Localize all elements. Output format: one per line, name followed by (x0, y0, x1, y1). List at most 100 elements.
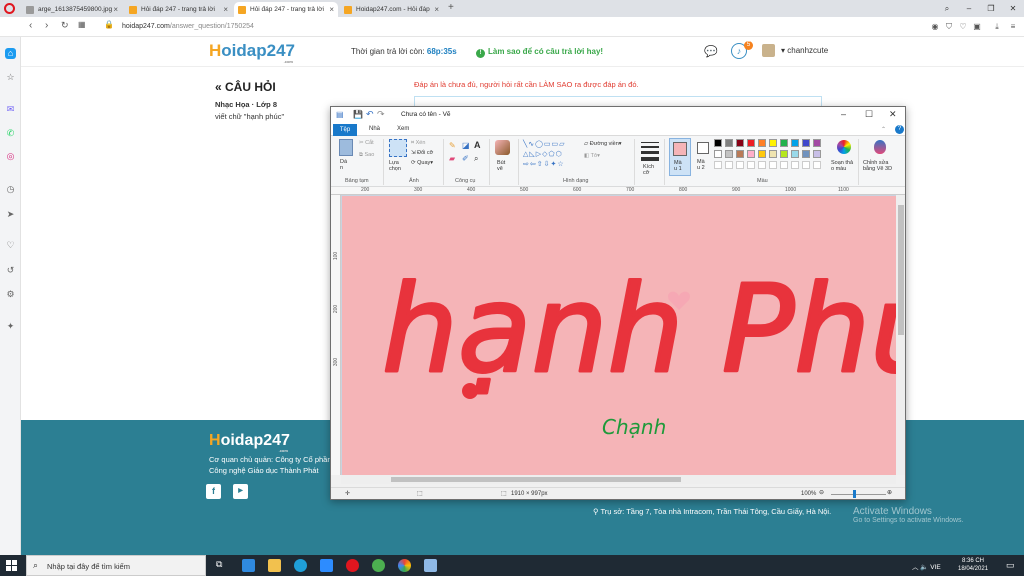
palette-swatch[interactable] (780, 150, 788, 158)
rotate-icon[interactable]: ⟳ Quay▾ (411, 160, 433, 166)
paint-maximize-icon[interactable]: ☐ (865, 109, 873, 120)
palette-custom-swatch[interactable] (758, 161, 766, 169)
edge-icon[interactable] (294, 559, 307, 572)
volume-icon[interactable]: 🔈 (920, 564, 928, 571)
mail-icon[interactable] (242, 559, 255, 572)
save-icon[interactable]: 💾 (353, 110, 363, 119)
color-picker-icon[interactable]: ✐ (462, 154, 469, 163)
tip-link[interactable]: ! Làm sao để có câu trả lời hay! (476, 47, 603, 58)
browser-tab[interactable]: Hoidap247.com - Hỏi đáp × (340, 2, 443, 17)
tab-file[interactable]: Tệp (333, 124, 357, 136)
close-tab-icon[interactable]: × (329, 5, 334, 14)
palette-swatch[interactable] (769, 139, 777, 147)
color2-selector[interactable]: Mà u 2 (693, 138, 715, 176)
drawing-canvas[interactable]: hạnh Phúc Chạnh (342, 196, 905, 475)
clock-icon[interactable]: ◷ (5, 184, 16, 195)
crop-icon[interactable]: ⌗ Xén (411, 140, 425, 147)
opera-taskbar-icon[interactable] (346, 559, 359, 572)
chrome-icon[interactable] (398, 559, 411, 572)
undo-icon[interactable]: ↶ (366, 109, 374, 120)
palette-custom-swatch[interactable] (791, 161, 799, 169)
palette-swatch[interactable] (714, 139, 722, 147)
fill-bucket-icon[interactable]: ◪ (462, 141, 470, 150)
palette-swatch[interactable] (769, 150, 777, 158)
cut-icon[interactable]: ✂ Cắt (359, 140, 374, 146)
resize-icon[interactable]: ⇲ Đổi cỡ (411, 150, 433, 156)
palette-swatch[interactable] (813, 150, 821, 158)
zoom-in-icon[interactable]: ⊕ (887, 489, 892, 496)
palette-custom-swatch[interactable] (714, 161, 722, 169)
shapes-gallery[interactable]: ╲∿◯▭▭▱ △◺▷◇⬠⬡ ⇨⇦⇧⇩✦☆ (523, 140, 581, 172)
shield-icon[interactable]: ⛉ (944, 22, 954, 32)
heart-icon[interactable]: ♡ (958, 22, 968, 32)
site-logo[interactable]: Hoidap247 .com (209, 41, 295, 64)
camera-icon[interactable]: ◉ (930, 22, 940, 32)
palette-swatch[interactable] (780, 139, 788, 147)
brushes-icon[interactable] (495, 140, 510, 155)
send-icon[interactable]: ➤ (5, 209, 16, 220)
copy-icon[interactable]: ⧉ Sao (359, 152, 374, 159)
task-view-icon[interactable]: ⧉ (216, 559, 222, 570)
youtube-icon[interactable]: ▶ (233, 484, 248, 499)
palette-custom-swatch[interactable] (747, 161, 755, 169)
chat-icon[interactable]: 💬 (704, 45, 718, 58)
magnifier-icon[interactable]: ⌕ (474, 154, 478, 164)
palette-swatch[interactable] (714, 150, 722, 158)
whatsapp-icon[interactable]: ✆ (5, 128, 16, 139)
reload-icon[interactable]: ↻ (61, 20, 69, 31)
forward-icon[interactable]: › (45, 20, 48, 31)
palette-custom-swatch[interactable] (813, 161, 821, 169)
zoom-app-icon[interactable] (320, 559, 333, 572)
footer-logo[interactable]: Hoidap247 .com (209, 432, 290, 453)
browser-tab[interactable]: arge_1613875459800.jpg × (22, 2, 122, 17)
vertical-scrollbar[interactable] (896, 195, 905, 475)
fill-icon[interactable]: ◧ Tô▾ (584, 153, 600, 159)
size-icon[interactable] (641, 142, 659, 161)
pencil-icon[interactable]: ✎ (449, 141, 456, 150)
palette-swatch[interactable] (736, 139, 744, 147)
close-tab-icon[interactable]: × (223, 5, 228, 14)
paint-close-icon[interactable]: ✕ (889, 109, 897, 120)
facebook-icon[interactable]: f (206, 484, 221, 499)
tab-view[interactable]: Xem (397, 126, 409, 132)
paint-taskbar-icon[interactable] (424, 559, 437, 572)
taskbar-clock[interactable]: 8:36 CH 18/04/2021 (958, 557, 988, 573)
palette-swatch[interactable] (758, 150, 766, 158)
history-icon[interactable]: ↺ (5, 265, 16, 276)
palette-swatch[interactable] (802, 150, 810, 158)
wallet-icon[interactable]: ▣ (972, 22, 982, 32)
palette-swatch[interactable] (791, 139, 799, 147)
paste-icon[interactable] (339, 139, 353, 156)
minimize-icon[interactable]: – (958, 0, 980, 17)
lightbulb-icon[interactable]: ✦ (5, 321, 16, 332)
zoom-slider[interactable] (831, 494, 886, 495)
zoom-slider-thumb[interactable] (853, 490, 856, 498)
tray-chevron-icon[interactable]: ︿ (912, 564, 919, 571)
palette-custom-swatch[interactable] (769, 161, 777, 169)
palette-swatch[interactable] (791, 150, 799, 158)
new-tab-plus-icon[interactable]: + (448, 2, 454, 13)
palette-custom-swatch[interactable] (802, 161, 810, 169)
palette-swatch[interactable] (725, 150, 733, 158)
text-tool-icon[interactable]: A (474, 140, 481, 150)
user-menu[interactable]: ▾ chanhzcute (781, 46, 828, 55)
eraser-icon[interactable]: ▰ (449, 154, 455, 163)
select-icon[interactable] (389, 139, 407, 157)
language-indicator[interactable]: VIE (930, 564, 940, 571)
horizontal-scrollbar[interactable] (341, 475, 896, 484)
edit-colors-icon[interactable] (837, 140, 851, 154)
close-tab-icon[interactable]: × (434, 5, 439, 14)
avatar[interactable] (762, 44, 775, 57)
scroll-thumb[interactable] (391, 477, 681, 482)
color1-selector[interactable]: Mà u 1 (669, 138, 691, 176)
instagram-icon[interactable]: ◎ (5, 151, 16, 162)
menu-icon[interactable]: ≡ (1008, 22, 1018, 32)
opera-logo-icon[interactable] (4, 3, 15, 14)
collapse-ribbon-icon[interactable]: ⌃ (881, 126, 886, 133)
zoom-out-icon[interactable]: ⊖ (819, 489, 824, 496)
settings-icon[interactable]: ⚙ (5, 289, 16, 300)
download-icon[interactable]: ⤓ (992, 22, 1002, 32)
outline-icon[interactable]: ▱ Đường viền▾ (584, 141, 622, 147)
help-icon[interactable]: ? (895, 125, 904, 134)
close-icon[interactable]: ✕ (1002, 0, 1024, 17)
